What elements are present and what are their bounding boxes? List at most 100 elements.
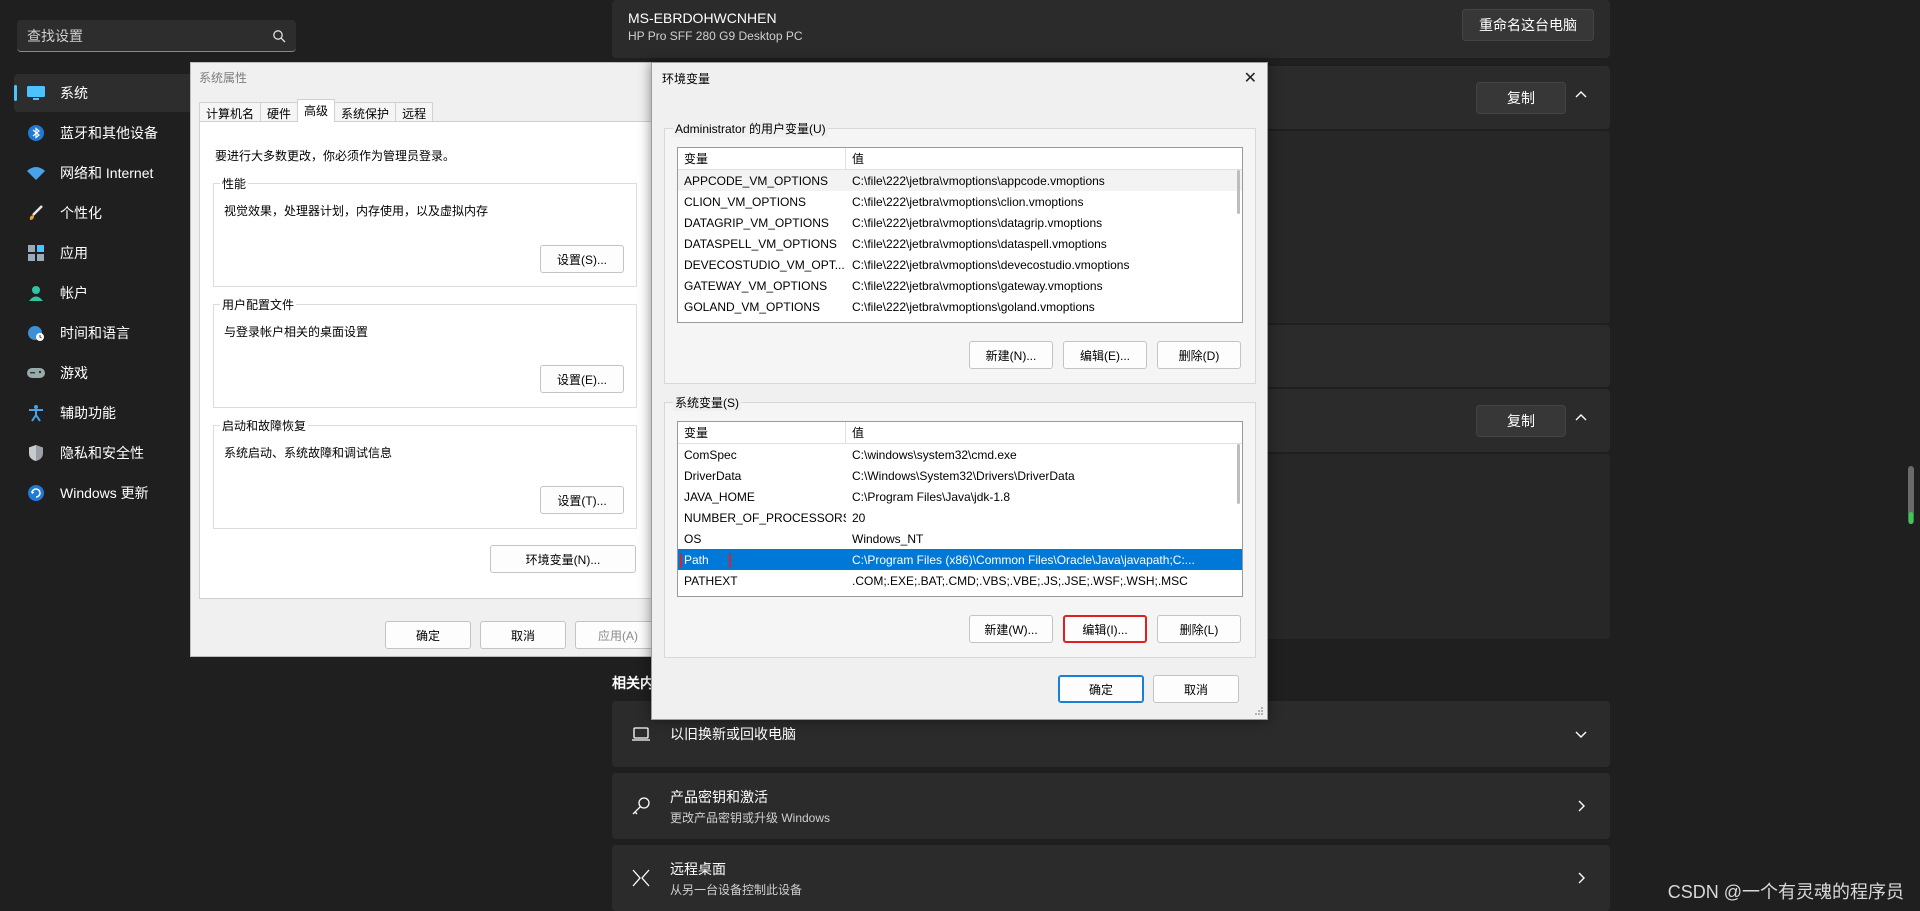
settings-search-input[interactable]: 查找设置 bbox=[17, 20, 296, 52]
system-variables-list[interactable]: 变量 值 ComSpec C:\windows\system32\cmd.exe … bbox=[677, 421, 1243, 597]
list-item[interactable]: GOLAND_VM_OPTIONS C:\file\222\jetbra\vmop… bbox=[678, 296, 1242, 317]
tab-strip: 计算机名 硬件 高级 系统保护 远程 bbox=[199, 99, 434, 122]
column-header-variable[interactable]: 变量 bbox=[678, 148, 846, 170]
group-text: 系统启动、系统故障和调试信息 bbox=[224, 446, 393, 460]
nav-label: 个性化 bbox=[60, 205, 102, 221]
list-item[interactable]: DriverData C:\Windows\System32\Drivers\Dr… bbox=[678, 465, 1242, 486]
related-item-subtitle: 更改产品密钥或升级 Windows bbox=[670, 810, 831, 825]
list-scrollbar[interactable] bbox=[1237, 170, 1240, 214]
watermark: CSDN @一个有灵魂的程序员 bbox=[1667, 882, 1904, 902]
rename-pc-button[interactable]: 重命名这台电脑 bbox=[1462, 9, 1594, 41]
user-variables-list[interactable]: 变量 值 APPCODE_VM_OPTIONS C:\file\222\jetbr… bbox=[677, 147, 1243, 323]
tab-remote[interactable]: 远程 bbox=[395, 102, 434, 122]
list-item[interactable]: DEVECOSTUDIO_VM_OPT... C:\file\222\jetbra… bbox=[678, 254, 1242, 275]
device-card: MS-EBRDOHWCNHEN HP Pro SFF 280 G9 Deskto… bbox=[612, 0, 1610, 58]
var-value: C:\Windows\System32\Drivers\DriverData bbox=[852, 468, 1075, 483]
globe-clock-icon bbox=[26, 323, 46, 343]
resize-grip-icon[interactable] bbox=[1254, 706, 1264, 716]
nav-item-windows-update[interactable]: Windows 更新 bbox=[14, 474, 194, 512]
nav-item-personalization[interactable]: 个性化 bbox=[14, 194, 194, 232]
nav-item-privacy[interactable]: 隐私和安全性 bbox=[14, 434, 194, 472]
ok-button[interactable]: 确定 bbox=[1058, 675, 1144, 703]
nav-item-accounts[interactable]: 帐户 bbox=[14, 274, 194, 312]
environment-variables-button[interactable]: 环境变量(N)... bbox=[490, 545, 636, 573]
nav-label: 游戏 bbox=[60, 365, 88, 381]
list-item[interactable]: PATHEXT .COM;.EXE;.BAT;.CMD;.VBS;.VBE;.JS… bbox=[678, 570, 1242, 591]
var-name: JAVA_HOME bbox=[684, 489, 755, 504]
var-name: DATAGRIP_VM_OPTIONS bbox=[684, 215, 829, 230]
chevron-up-icon[interactable] bbox=[1574, 88, 1588, 102]
var-name: NUMBER_OF_PROCESSORS bbox=[684, 510, 846, 525]
startup-recovery-group: 启动和故障恢复 系统启动、系统故障和调试信息 设置(T)... bbox=[213, 417, 637, 529]
tab-computer-name[interactable]: 计算机名 bbox=[199, 102, 262, 122]
list-item[interactable]: GATEWAY_VM_OPTIONS C:\file\222\jetbra\vmo… bbox=[678, 275, 1242, 296]
startup-settings-button[interactable]: 设置(T)... bbox=[540, 486, 624, 514]
related-item-remote-desktop[interactable]: 远程桌面 从另一台设备控制此设备 bbox=[612, 845, 1610, 911]
var-name: GOLAND_VM_OPTIONS bbox=[684, 299, 821, 314]
list-item[interactable]: ComSpec C:\windows\system32\cmd.exe bbox=[678, 444, 1242, 465]
group-title: 性能 bbox=[220, 175, 249, 192]
list-item[interactable]: OS Windows_NT bbox=[678, 528, 1242, 549]
nav-label: 系统 bbox=[60, 85, 88, 101]
nav-label: 蓝牙和其他设备 bbox=[60, 125, 158, 141]
nav-item-time-language[interactable]: 时间和语言 bbox=[14, 314, 194, 352]
laptop-icon bbox=[632, 727, 650, 741]
apps-icon bbox=[26, 243, 46, 263]
user-delete-button[interactable]: 删除(D) bbox=[1157, 341, 1241, 369]
nav-label: 应用 bbox=[60, 245, 88, 261]
var-value: C:\Program Files (x86)\Common Files\Orac… bbox=[852, 552, 1195, 567]
cancel-button[interactable]: 取消 bbox=[480, 621, 566, 649]
list-item[interactable]: JAVA_HOME C:\Program Files\Java\jdk-1.8 bbox=[678, 486, 1242, 507]
chevron-up-icon[interactable] bbox=[1574, 411, 1588, 425]
list-item[interactable]: DATAGRIP_VM_OPTIONS C:\file\222\jetbra\vm… bbox=[678, 212, 1242, 233]
copy-device-spec-button[interactable]: 复制 bbox=[1476, 82, 1566, 114]
user-profiles-group: 用户配置文件 与登录帐户相关的桌面设置 设置(E)... bbox=[213, 296, 637, 408]
nav-item-system[interactable]: 系统 bbox=[14, 74, 194, 112]
tab-hardware[interactable]: 硬件 bbox=[260, 102, 299, 122]
list-item-selected[interactable]: Path C:\Program Files (x86)\Common Files\… bbox=[678, 549, 1242, 570]
system-edit-button[interactable]: 编辑(I)... bbox=[1063, 615, 1147, 643]
nav-item-accessibility[interactable]: 辅助功能 bbox=[14, 394, 194, 432]
var-name: Path bbox=[678, 552, 846, 567]
column-header-value[interactable]: 值 bbox=[846, 150, 1242, 167]
accessibility-icon bbox=[26, 403, 46, 423]
var-value: C:\file\222\jetbra\vmoptions\goland.vmop… bbox=[852, 299, 1095, 314]
performance-settings-button[interactable]: 设置(S)... bbox=[540, 245, 624, 273]
list-item[interactable]: DATASPELL_VM_OPTIONS C:\file\222\jetbra\v… bbox=[678, 233, 1242, 254]
var-value: C:\file\222\jetbra\vmoptions\appcode.vmo… bbox=[852, 173, 1105, 188]
var-value: .COM;.EXE;.BAT;.CMD;.VBS;.VBE;.JS;.JSE;.… bbox=[852, 573, 1188, 588]
scrollbar-indicator bbox=[1909, 512, 1913, 524]
var-name: APPCODE_VM_OPTIONS bbox=[684, 173, 829, 188]
apply-button[interactable]: 应用(A) bbox=[575, 621, 661, 649]
var-value: C:\file\222\jetbra\vmoptions\gateway.vmo… bbox=[852, 278, 1103, 293]
tab-system-protection[interactable]: 系统保护 bbox=[334, 102, 397, 122]
profile-settings-button[interactable]: 设置(E)... bbox=[540, 365, 624, 393]
cancel-button[interactable]: 取消 bbox=[1153, 675, 1239, 703]
nav-item-gaming[interactable]: 游戏 bbox=[14, 354, 194, 392]
column-header-variable[interactable]: 变量 bbox=[678, 422, 846, 444]
nav-item-bluetooth[interactable]: 蓝牙和其他设备 bbox=[14, 114, 194, 152]
var-name: CLION_VM_OPTIONS bbox=[684, 194, 807, 209]
key-icon bbox=[632, 797, 650, 815]
copy-windows-spec-button[interactable]: 复制 bbox=[1476, 405, 1566, 437]
user-new-button[interactable]: 新建(N)... bbox=[969, 341, 1053, 369]
gamepad-icon bbox=[26, 363, 46, 383]
related-item-product-key[interactable]: 产品密钥和激活 更改产品密钥或升级 Windows bbox=[612, 773, 1610, 839]
system-delete-button[interactable]: 删除(L) bbox=[1157, 615, 1241, 643]
list-header: 变量 值 bbox=[678, 422, 1242, 444]
close-icon[interactable]: ✕ bbox=[1244, 68, 1257, 88]
tab-advanced[interactable]: 高级 bbox=[297, 99, 336, 122]
remote-desktop-icon bbox=[632, 869, 650, 887]
list-item[interactable]: APPCODE_VM_OPTIONS C:\file\222\jetbra\vmo… bbox=[678, 170, 1242, 191]
list-scrollbar[interactable] bbox=[1237, 444, 1240, 504]
nav-item-apps[interactable]: 应用 bbox=[14, 234, 194, 272]
nav-item-network[interactable]: 网络和 Internet bbox=[14, 154, 194, 192]
ok-button[interactable]: 确定 bbox=[385, 621, 471, 649]
device-name: MS-EBRDOHWCNHEN bbox=[628, 10, 777, 26]
device-model: HP Pro SFF 280 G9 Desktop PC bbox=[628, 29, 803, 43]
system-new-button[interactable]: 新建(W)... bbox=[969, 615, 1053, 643]
user-edit-button[interactable]: 编辑(E)... bbox=[1063, 341, 1147, 369]
column-header-value[interactable]: 值 bbox=[846, 424, 1242, 441]
list-item[interactable]: NUMBER_OF_PROCESSORS 20 bbox=[678, 507, 1242, 528]
list-item[interactable]: CLION_VM_OPTIONS C:\file\222\jetbra\vmopt… bbox=[678, 191, 1242, 212]
